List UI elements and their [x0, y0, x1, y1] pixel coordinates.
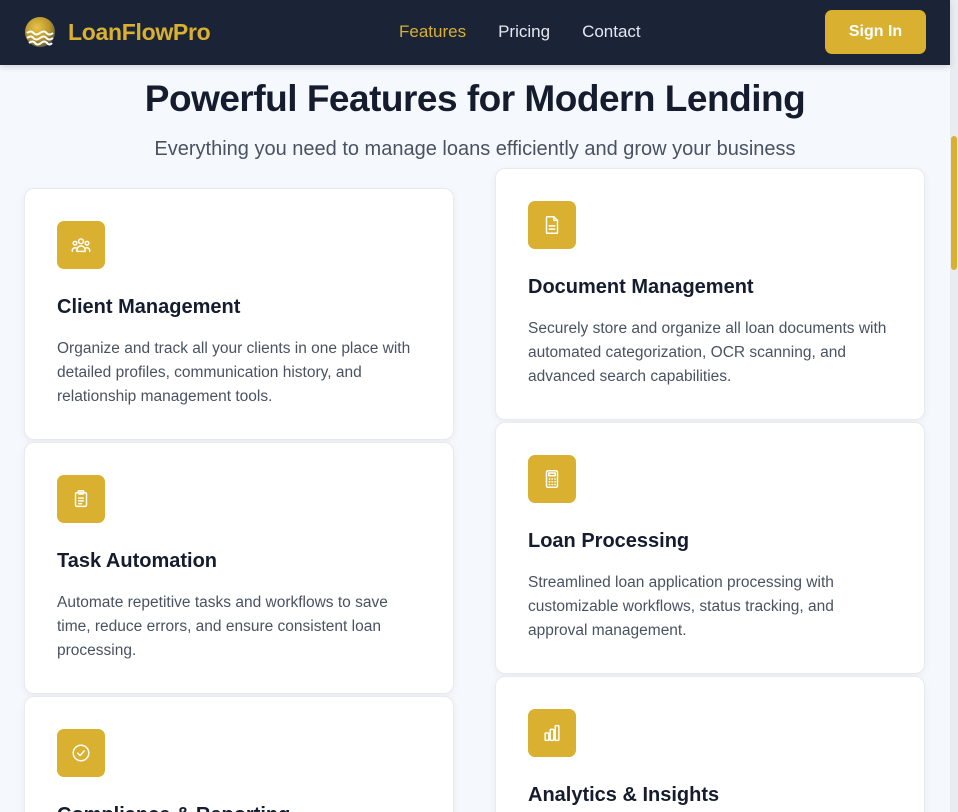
nav-link-pricing[interactable]: Pricing [498, 22, 550, 42]
navbar: LoanFlowPro Features Pricing Contact Sig… [0, 0, 950, 65]
nav-link-features[interactable]: Features [399, 22, 466, 42]
nav-links: Features Pricing Contact [399, 22, 673, 42]
bar-chart-icon [544, 724, 560, 742]
calculator-icon [545, 470, 559, 488]
scrollbar[interactable] [950, 0, 958, 812]
card-description: Organize and track all your clients in o… [57, 340, 411, 405]
card-title: Document Management [528, 276, 754, 298]
feature-card-client-management[interactable]: Client Management Organize and track all… [24, 188, 454, 440]
card-title: Analytics & Insights [528, 784, 720, 806]
feature-card-analytics-insights[interactable]: Analytics & Insights [495, 676, 925, 812]
card-icon-container [57, 475, 105, 523]
card-description: Streamlined loan application processing … [528, 574, 834, 639]
brand-name: LoanFlowPro [68, 18, 211, 45]
card-title: Compliance & Reporting [57, 803, 421, 812]
card-icon-container [57, 729, 105, 777]
card-title: Task Automation [57, 550, 218, 572]
feature-card-compliance-reporting[interactable]: Compliance & Reporting [24, 696, 454, 812]
brand[interactable]: LoanFlowPro [24, 16, 211, 48]
feature-card-task-automation[interactable]: Task Automation Automate repetitive task… [24, 442, 454, 694]
document-icon [545, 216, 559, 234]
card-icon-container [57, 221, 105, 269]
clipboard-icon [74, 490, 88, 508]
card-icon-container [528, 455, 576, 503]
card-icon-container [528, 201, 576, 249]
check-circle-icon [72, 744, 90, 762]
scrollbar-thumb[interactable] [951, 136, 957, 270]
card-title: Loan Processing [528, 530, 690, 552]
feature-card-loan-processing[interactable]: Loan Processing Streamlined loan applica… [495, 422, 925, 674]
sign-in-button[interactable]: Sign In [825, 10, 926, 54]
feature-card-document-management[interactable]: Document Management Securely store and o… [495, 168, 925, 420]
card-icon-container [528, 709, 576, 757]
nav-link-contact[interactable]: Contact [582, 22, 641, 42]
logo-icon [25, 17, 55, 47]
card-description: Automate repetitive tasks and workflows … [57, 594, 388, 659]
users-icon [71, 238, 91, 253]
card-title: Client Management [57, 296, 241, 318]
card-description: Securely store and organize all loan doc… [528, 320, 887, 385]
page-subtitle: Everything you need to manage loans effi… [154, 138, 796, 160]
page-title: Powerful Features for Modern Lending [144, 78, 806, 119]
